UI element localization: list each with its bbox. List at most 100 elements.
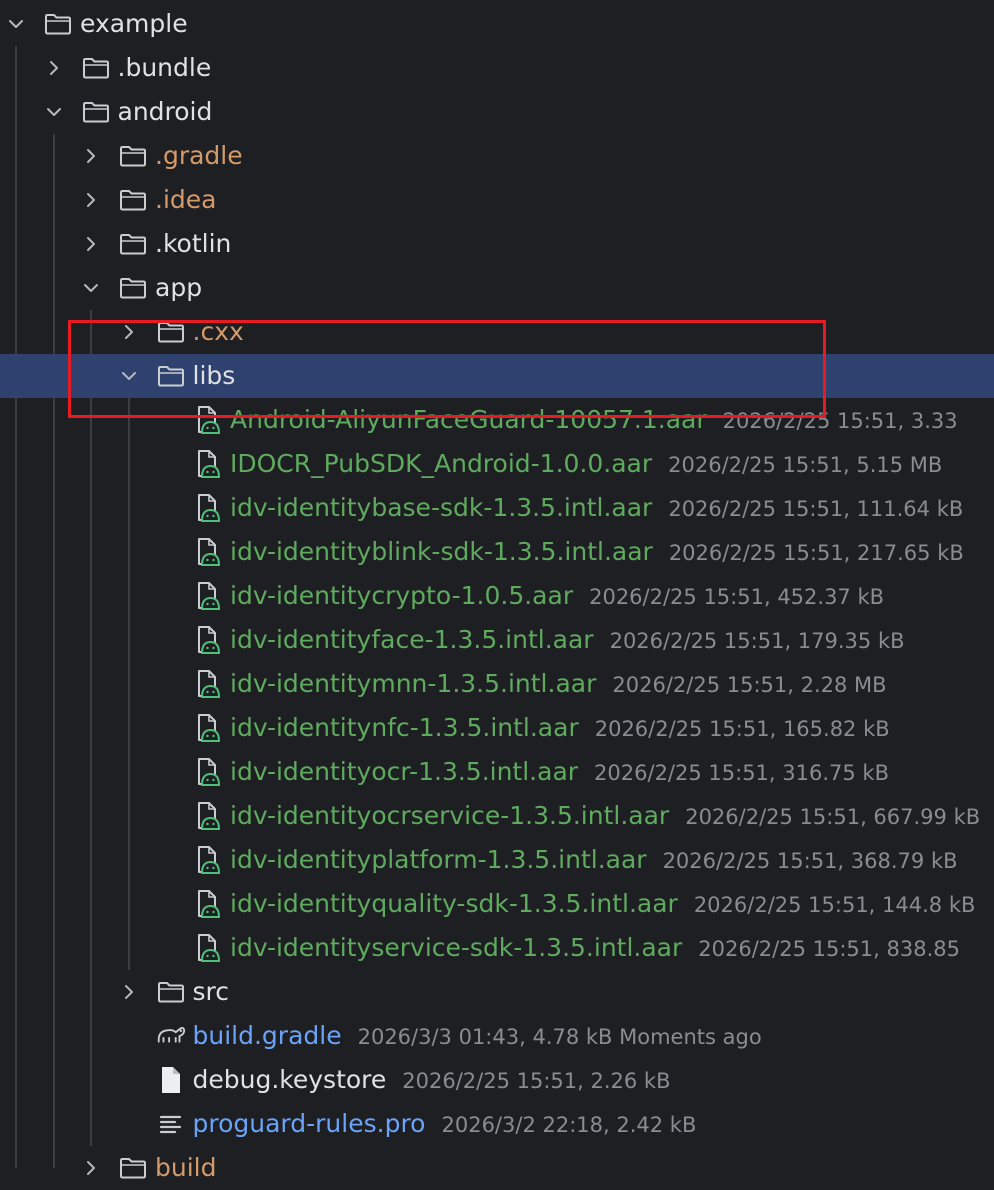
- chevron-right-icon[interactable]: [117, 310, 141, 354]
- chevron-right-icon[interactable]: [79, 134, 103, 178]
- chevron-down-icon[interactable]: [4, 2, 28, 46]
- folder-icon: [155, 970, 187, 1014]
- android-archive-icon: [192, 706, 224, 750]
- tree-item-text: .gradle: [155, 134, 243, 178]
- folder-icon: [80, 90, 112, 134]
- tree-folder-gradle[interactable]: .gradle: [0, 134, 994, 178]
- tree-item-label: idv-identitybase-sdk-1.3.5.intl.aar: [230, 493, 653, 522]
- tree-item-text: .kotlin: [155, 222, 231, 266]
- tree-item-text: idv-identityface-1.3.5.intl.aar 2026/2/25…: [230, 618, 905, 662]
- tree-file-idv-identitybase-sdk-1-3-5-intl-aar[interactable]: idv-identitybase-sdk-1.3.5.intl.aar 2026/…: [0, 486, 994, 530]
- android-archive-icon: [192, 442, 224, 486]
- tree-folder-build[interactable]: build: [0, 1146, 994, 1190]
- android-archive-icon: [192, 794, 224, 838]
- tree-item-label: idv-identityblink-sdk-1.3.5.intl.aar: [230, 537, 653, 566]
- tree-file-idv-identityblink-sdk-1-3-5-intl-aar[interactable]: idv-identityblink-sdk-1.3.5.intl.aar 2026…: [0, 530, 994, 574]
- tree-file-idv-identitycrypto-1-0-5-aar[interactable]: idv-identitycrypto-1.0.5.aar 2026/2/25 15…: [0, 574, 994, 618]
- folder-icon: [117, 222, 149, 266]
- chevron-right-icon[interactable]: [42, 46, 66, 90]
- tree-item-text: android: [118, 90, 213, 134]
- tree-item-label: idv-identityocr-1.3.5.intl.aar: [230, 757, 579, 786]
- tree-file-proguard-rules-pro[interactable]: proguard-rules.pro 2026/3/2 22:18, 2.42 k…: [0, 1102, 994, 1146]
- tree-file-idv-identitynfc-1-3-5-intl-aar[interactable]: idv-identitynfc-1.3.5.intl.aar 2026/2/25 …: [0, 706, 994, 750]
- tree-folder-android[interactable]: android: [0, 90, 994, 134]
- android-archive-icon: [192, 486, 224, 530]
- android-archive-icon: [192, 662, 224, 706]
- chevron-down-icon[interactable]: [42, 90, 66, 134]
- android-archive-icon: [192, 838, 224, 882]
- folder-icon: [155, 310, 187, 354]
- android-archive-icon: [192, 926, 224, 970]
- tree-file-idv-identityface-1-3-5-intl-aar[interactable]: idv-identityface-1.3.5.intl.aar 2026/2/25…: [0, 618, 994, 662]
- tree-item-text: example: [80, 2, 188, 46]
- tree-file-idv-identityplatform-1-3-5-intl-aar[interactable]: idv-identityplatform-1.3.5.intl.aar 2026/…: [0, 838, 994, 882]
- chevron-right-icon[interactable]: [79, 178, 103, 222]
- tree-item-label: .bundle: [117, 53, 212, 82]
- tree-item-text: debug.keystore 2026/2/25 15:51, 2.26 kB: [193, 1058, 671, 1102]
- tree-file-build-gradle[interactable]: build.gradle 2026/3/3 01:43, 4.78 kB Mome…: [0, 1014, 994, 1058]
- folder-icon: [117, 1146, 149, 1190]
- tree-item-text: .cxx: [193, 310, 244, 354]
- chevron-down-icon[interactable]: [117, 354, 141, 398]
- tree-item-label: Android-AliyunFaceGuard-10057.1.aar: [230, 405, 707, 434]
- tree-item-text: idv-identitymnn-1.3.5.intl.aar 2026/2/25 …: [230, 662, 887, 706]
- tree-item-label: .kotlin: [155, 229, 232, 258]
- tree-folder-example[interactable]: example: [0, 2, 994, 46]
- tree-folder-app[interactable]: app: [0, 266, 994, 310]
- file-icon: [155, 1058, 187, 1102]
- tree-item-text: app: [155, 266, 202, 310]
- tree-item-meta: 2026/2/25 15:51, 667.99 kB: [685, 805, 981, 829]
- tree-item-text: idv-identityocrservice-1.3.5.intl.aar 202…: [230, 794, 980, 838]
- android-archive-icon: [192, 398, 224, 442]
- chevron-right-icon[interactable]: [79, 222, 103, 266]
- tree-item-text: idv-identitybase-sdk-1.3.5.intl.aar 2026/…: [230, 486, 963, 530]
- folder-icon: [42, 2, 74, 46]
- tree-file-idv-identityocrservice-1-3-5-intl-aar[interactable]: idv-identityocrservice-1.3.5.intl.aar 202…: [0, 794, 994, 838]
- tree-file-android-aliyunfaceguard-10057-1-aar[interactable]: Android-AliyunFaceGuard-10057.1.aar 2026/…: [0, 398, 994, 442]
- tree-file-idv-identitymnn-1-3-5-intl-aar[interactable]: idv-identitymnn-1.3.5.intl.aar 2026/2/25 …: [0, 662, 994, 706]
- tree-item-meta: 2026/2/25 15:51, 3.33: [722, 409, 958, 433]
- tree-folder-cxx[interactable]: .cxx: [0, 310, 994, 354]
- tree-item-text: libs: [193, 354, 236, 398]
- tree-folder-kotlin[interactable]: .kotlin: [0, 222, 994, 266]
- tree-item-text: build: [155, 1146, 216, 1190]
- tree-item-label: example: [80, 9, 188, 38]
- tree-item-label: libs: [192, 361, 236, 390]
- chevron-right-icon[interactable]: [79, 1146, 103, 1190]
- tree-file-idocr-pubsdk-android-1-0-0-aar[interactable]: IDOCR_PubSDK_Android-1.0.0.aar 2026/2/25 …: [0, 442, 994, 486]
- tree-item-text: IDOCR_PubSDK_Android-1.0.0.aar 2026/2/25 …: [230, 442, 942, 486]
- tree-item-label: build.gradle: [192, 1021, 342, 1050]
- tree-folder-libs[interactable]: libs: [0, 354, 994, 398]
- tree-file-debug-keystore[interactable]: debug.keystore 2026/2/25 15:51, 2.26 kB: [0, 1058, 994, 1102]
- tree-folder-src[interactable]: src: [0, 970, 994, 1014]
- tree-item-meta: 2026/2/25 15:51, 316.75 kB: [594, 761, 889, 785]
- gradle-elephant-icon: [155, 1014, 187, 1058]
- tree-item-label: idv-identitynfc-1.3.5.intl.aar: [230, 713, 579, 742]
- tree-item-text: idv-identitycrypto-1.0.5.aar 2026/2/25 15…: [230, 574, 884, 618]
- folder-icon: [155, 354, 187, 398]
- tree-item-text: idv-identitynfc-1.3.5.intl.aar 2026/2/25 …: [230, 706, 890, 750]
- tree-item-meta: 2026/3/3 01:43, 4.78 kB Moments ago: [357, 1025, 762, 1049]
- tree-item-meta: 2026/2/25 15:51, 2.26 kB: [402, 1069, 671, 1093]
- tree-item-text: .idea: [155, 178, 216, 222]
- text-file-icon: [155, 1102, 187, 1146]
- tree-file-idv-identityocr-1-3-5-intl-aar[interactable]: idv-identityocr-1.3.5.intl.aar 2026/2/25 …: [0, 750, 994, 794]
- tree-item-label: idv-identityservice-sdk-1.3.5.intl.aar: [230, 933, 683, 962]
- tree-item-text: Android-AliyunFaceGuard-10057.1.aar 2026/…: [230, 398, 958, 442]
- tree-folder-bundle[interactable]: .bundle: [0, 46, 994, 90]
- folder-icon: [117, 266, 149, 310]
- android-archive-icon: [192, 882, 224, 926]
- tree-file-idv-identityservice-sdk-1-3-5-intl-aar[interactable]: idv-identityservice-sdk-1.3.5.intl.aar 20…: [0, 926, 994, 970]
- chevron-down-icon[interactable]: [79, 266, 103, 310]
- tree-item-label: IDOCR_PubSDK_Android-1.0.0.aar: [230, 449, 653, 478]
- project-tree: example .bundle android .gradle .idea .kotlin…: [0, 0, 994, 1182]
- tree-item-label: android: [117, 97, 213, 126]
- tree-item-meta: 2026/2/25 15:51, 179.35 kB: [609, 629, 905, 653]
- tree-folder-idea[interactable]: .idea: [0, 178, 994, 222]
- tree-item-meta: 2026/2/25 15:51, 217.65 kB: [668, 541, 964, 565]
- tree-item-meta: 2026/2/25 15:51, 144.8 kB: [693, 893, 976, 917]
- tree-file-idv-identityquality-sdk-1-3-5-intl-aar[interactable]: idv-identityquality-sdk-1.3.5.intl.aar 20…: [0, 882, 994, 926]
- tree-item-label: idv-identitymnn-1.3.5.intl.aar: [230, 669, 597, 698]
- chevron-right-icon[interactable]: [117, 970, 141, 1014]
- tree-item-label: idv-identityface-1.3.5.intl.aar: [230, 625, 594, 654]
